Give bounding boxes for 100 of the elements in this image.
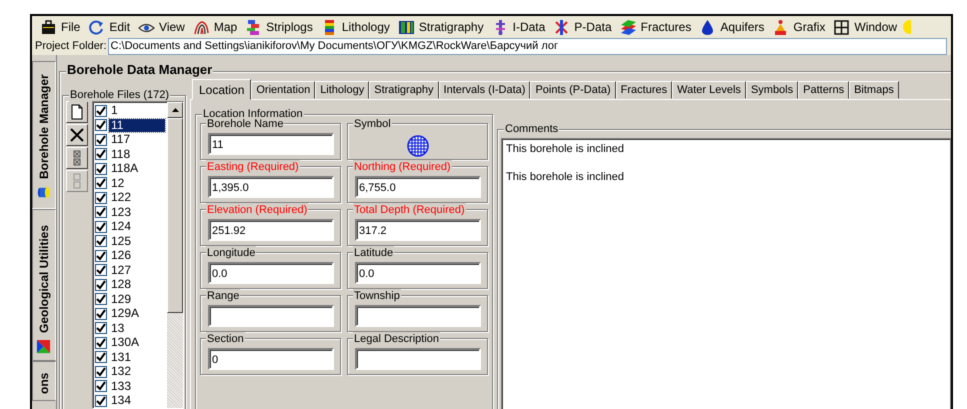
uncheck-all-button[interactable]	[66, 170, 88, 192]
file-name[interactable]: 133	[109, 380, 134, 393]
checkbox[interactable]	[95, 394, 107, 407]
file-name[interactable]: 122	[109, 191, 134, 204]
text-field[interactable]: 0	[208, 348, 334, 370]
checkbox[interactable]	[95, 336, 107, 349]
scroll-thumb[interactable]	[167, 118, 183, 314]
menu-item[interactable]: Striplogs	[243, 18, 319, 36]
side-tab[interactable]: Borehole Manager	[32, 61, 56, 210]
checkbox[interactable]	[95, 380, 107, 392]
file-name[interactable]: 129	[109, 292, 134, 306]
menu-item[interactable]: P-Data	[551, 18, 618, 36]
menu-item[interactable]: Map	[190, 18, 244, 36]
file-name[interactable]: 124	[109, 220, 134, 234]
comments-field[interactable]: This borehole is inclined This borehole is inclined	[501, 138, 951, 409]
checkbox[interactable]	[95, 278, 107, 291]
side-tab[interactable]: Geological Utilities	[32, 209, 56, 362]
tab[interactable]: Points (P-Data)	[530, 81, 616, 100]
field-label: Northing (Required)	[353, 160, 452, 174]
cross-icon	[69, 127, 85, 144]
grid-circle-icon[interactable]	[406, 134, 428, 157]
file-name[interactable]: 118A	[109, 162, 140, 176]
delete-button[interactable]	[66, 124, 88, 146]
tab[interactable]: Patterns	[798, 81, 850, 100]
file-name[interactable]: 134	[109, 394, 134, 408]
field-label: Range	[206, 289, 240, 304]
menu-item[interactable]: View	[136, 18, 191, 36]
menu-item[interactable]: Window	[831, 18, 904, 36]
checkbox[interactable]	[95, 162, 107, 175]
checkbox[interactable]	[95, 206, 107, 218]
menu-item[interactable]: Stratigraphy	[396, 18, 490, 36]
checkbox[interactable]	[95, 351, 107, 364]
menu-item[interactable]: Lithology	[318, 18, 396, 36]
file-name[interactable]: 12	[109, 176, 126, 190]
text-field[interactable]: 11	[208, 133, 334, 156]
text-field[interactable]: 1,395.0	[208, 176, 334, 198]
checkbox[interactable]	[95, 177, 107, 190]
file-name[interactable]: 128	[109, 278, 134, 292]
menu-item[interactable]: File	[38, 18, 86, 36]
files-group-title: Borehole Files (172)	[69, 88, 170, 102]
file-name[interactable]: 1	[109, 104, 120, 118]
menu-item[interactable]: Fractures	[618, 18, 698, 36]
checkbox[interactable]	[95, 119, 107, 132]
grid-icon	[833, 18, 850, 36]
checkbox[interactable]	[95, 250, 107, 262]
text-field[interactable]: 251.92	[208, 219, 334, 242]
tab[interactable]: Lithology	[315, 81, 370, 100]
file-name[interactable]: 123	[109, 206, 134, 219]
file-name[interactable]: 127	[109, 264, 134, 277]
file-name[interactable]: 132	[109, 365, 134, 378]
field-label: Total Depth (Required)	[353, 203, 466, 218]
text-field[interactable]	[208, 305, 334, 328]
file-name[interactable]: 13	[109, 322, 126, 335]
file-name[interactable]: 11	[109, 118, 165, 132]
checkbox[interactable]	[95, 366, 107, 378]
checkbox[interactable]	[95, 293, 107, 306]
file-name[interactable]: 125	[109, 234, 134, 248]
text-field[interactable]	[355, 305, 481, 328]
menu-item[interactable]: Aquifers	[697, 18, 770, 36]
field-label: Legal Description	[353, 332, 440, 346]
circular-arrow-icon	[88, 18, 106, 36]
checkbox[interactable]	[95, 148, 107, 160]
tab[interactable]: Location	[192, 79, 252, 100]
checkbox[interactable]	[95, 104, 107, 117]
file-name[interactable]: 117	[109, 133, 132, 146]
file-name[interactable]: 126	[109, 249, 134, 262]
tab[interactable]: Stratigraphy	[369, 81, 439, 100]
new-file-button[interactable]	[66, 101, 88, 124]
checkbox[interactable]	[95, 192, 107, 204]
file-name[interactable]: 130A	[109, 336, 142, 350]
tab[interactable]: Fractures	[616, 81, 672, 100]
file-name[interactable]: 131	[109, 350, 134, 364]
side-tab[interactable]: ons	[32, 361, 56, 402]
scrollbar[interactable]	[167, 102, 183, 408]
file-name[interactable]: 129A	[109, 307, 142, 320]
menu-item[interactable]: Edit	[86, 18, 136, 36]
tab[interactable]: Bitmaps	[849, 81, 899, 100]
project-folder-field[interactable]: C:\Documents and Settings\ianikiforov\My Documents\ОГУ\KMGZ\RockWare\Барсучий лог	[108, 38, 947, 55]
text-field[interactable]	[355, 348, 481, 370]
checkbox[interactable]	[95, 235, 107, 248]
tab[interactable]: Intervals (I-Data)	[438, 81, 530, 100]
tab[interactable]: Orientation	[251, 81, 316, 100]
file-name[interactable]: 118	[109, 148, 132, 161]
checkbox[interactable]	[95, 264, 107, 276]
scroll-up-button[interactable]	[167, 102, 183, 118]
text-field[interactable]: 6,755.0	[355, 176, 481, 198]
menu-item[interactable]: I-Data	[490, 18, 552, 36]
checkbox[interactable]	[95, 308, 107, 320]
text-field[interactable]: 317.2	[355, 219, 481, 242]
menu-item[interactable]: Grafix	[770, 18, 832, 36]
checkbox[interactable]	[95, 322, 107, 334]
check-all-button[interactable]	[66, 147, 88, 170]
checkbox[interactable]	[95, 220, 107, 233]
checkbox[interactable]	[95, 134, 107, 146]
tab[interactable]: Symbols	[746, 81, 798, 100]
map-icon	[192, 18, 210, 36]
text-field[interactable]: 0.0	[355, 262, 481, 284]
tab[interactable]: Water Levels	[672, 81, 746, 100]
text-field[interactable]: 0.0	[208, 262, 334, 284]
cylinder-icon	[36, 185, 52, 200]
